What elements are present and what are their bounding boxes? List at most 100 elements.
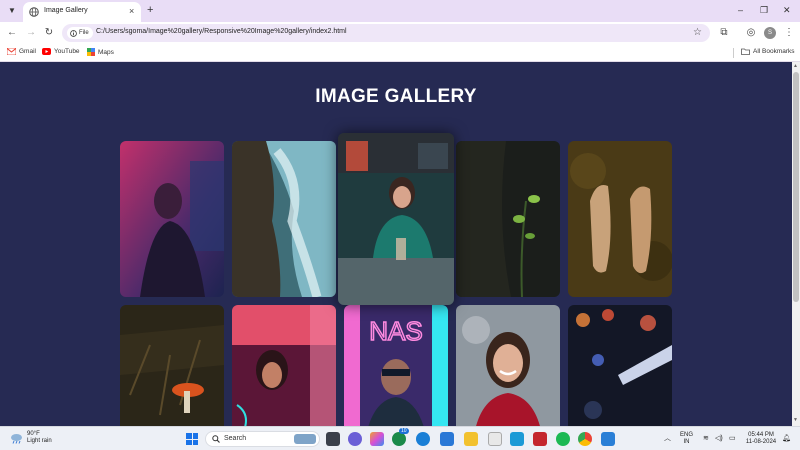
all-bookmarks-button[interactable]: All Bookmarks (741, 48, 795, 55)
clock[interactable]: 05:44 PM 11-08-2024 (744, 432, 778, 446)
shoes-photo (568, 141, 672, 297)
menu-kebab-icon[interactable]: ⋮ (783, 27, 795, 39)
page-viewport: IMAGE GALLERY NAS (0, 62, 792, 426)
notification-bell-icon[interactable]: 🔔︎ (782, 435, 791, 442)
gallery-image-4[interactable] (456, 141, 560, 297)
bookmark-maps[interactable]: Maps (87, 48, 114, 56)
bookmarks-bar: Gmail YouTube Maps All Bookmarks (0, 44, 800, 62)
copilot-icon[interactable] (370, 432, 384, 446)
bookmark-gmail[interactable]: Gmail (7, 48, 36, 55)
extensions-puzzle-icon[interactable]: ⧉ (718, 27, 730, 39)
svg-text:NAS: NAS (369, 316, 422, 346)
youtube-icon (42, 48, 51, 55)
minimize-button[interactable]: – (738, 4, 743, 16)
taskbar-search-box[interactable]: Search (205, 431, 320, 447)
chrome-icon[interactable] (578, 432, 592, 446)
gallery-image-9[interactable] (456, 305, 560, 426)
mushroom-photo (120, 305, 224, 426)
volume-icon[interactable]: ◁) (715, 435, 723, 442)
site-info-chip[interactable]: File (67, 27, 93, 39)
cliff-ocean-photo (232, 141, 336, 297)
woman-cafe-photo (338, 133, 454, 305)
clock-date: 11-08-2024 (745, 439, 777, 445)
bookmark-youtube[interactable]: YouTube (42, 48, 80, 55)
folder-icon (741, 48, 750, 55)
store-icon[interactable] (440, 432, 454, 446)
man-neon-sign-photo: NAS (344, 305, 448, 426)
task-view-icon[interactable] (326, 432, 340, 446)
vscode-icon[interactable] (601, 432, 615, 446)
maximize-button[interactable]: ❐ (760, 4, 768, 16)
bookmark-label: YouTube (54, 48, 80, 55)
scroll-up-icon[interactable]: ▲ (793, 63, 798, 69)
woman-neon-photo (232, 305, 336, 426)
all-bookmarks-label: All Bookmarks (753, 48, 795, 55)
temperature-text: 90°F (27, 431, 40, 437)
browser-tab-active[interactable]: Image Gallery × (23, 2, 141, 22)
tab-strip: ▼ Image Gallery × + – ❐ ✕ (0, 0, 800, 22)
bookmark-star-icon[interactable]: ☆ (693, 27, 702, 39)
show-hidden-icons-chevron[interactable]: ︿ (664, 435, 671, 442)
sync-icon[interactable]: ◎ (745, 27, 757, 39)
close-tab-icon[interactable]: × (129, 6, 134, 16)
clock-time: 05:44 PM (748, 432, 774, 438)
edge-browser-icon[interactable] (416, 432, 430, 446)
language-indicator[interactable]: ENG IN (680, 432, 693, 446)
new-tab-button[interactable]: + (147, 3, 153, 17)
bookmark-label: Gmail (19, 48, 36, 55)
file-explorer-icon[interactable] (464, 432, 478, 446)
scroll-down-icon[interactable]: ▼ (793, 417, 798, 423)
start-windows-icon[interactable] (186, 433, 198, 445)
tab-search-button[interactable]: ▼ (5, 4, 19, 18)
browser-toolbar: ← → ↻ File C:/Users/sgoma/Image%20galler… (0, 22, 800, 44)
notification-badge: 10 (399, 428, 409, 434)
language-code: ENG (680, 432, 694, 438)
search-highlight-image (294, 434, 316, 444)
gallery-image-10[interactable] (568, 305, 672, 426)
app-icon-blue[interactable] (510, 432, 524, 446)
gallery-image-2[interactable] (232, 141, 336, 297)
plant-sprout-photo (456, 141, 560, 297)
gallery-image-7[interactable] (232, 305, 336, 426)
bookmark-label: Maps (98, 48, 114, 56)
battery-icon[interactable]: ▭ (729, 435, 736, 442)
whatsapp-icon[interactable]: 10 (392, 428, 409, 446)
search-icon (212, 435, 220, 443)
page-title: IMAGE GALLERY (315, 86, 477, 107)
copilot-chat-icon[interactable] (348, 432, 362, 446)
region-code: IN (683, 439, 690, 445)
maps-icon (87, 48, 95, 56)
woman-neon-room-photo (120, 141, 224, 297)
weather-widget[interactable]: 90°F Light rain (10, 431, 52, 445)
notepad-icon[interactable] (488, 432, 502, 446)
chip-label: File (79, 30, 89, 36)
smiling-woman-photo (456, 305, 560, 426)
profile-avatar[interactable]: S (764, 27, 776, 39)
globe-icon (29, 7, 39, 17)
url-text[interactable]: C:/Users/sgoma/Image%20gallery/Responsiv… (96, 28, 347, 35)
close-window-button[interactable]: ✕ (783, 4, 791, 16)
wifi-icon[interactable]: ≋ (703, 435, 709, 442)
tab-title: Image Gallery (44, 7, 88, 14)
gallery-image-6[interactable] (120, 305, 224, 426)
back-arrow-icon[interactable]: ← (6, 27, 18, 39)
rain-cloud-icon (11, 433, 22, 444)
spotify-icon[interactable] (556, 432, 570, 446)
page-scrollbar[interactable]: ▲ ▼ (792, 62, 800, 426)
weather-text: Light rain (27, 438, 52, 444)
windows-taskbar: 90°F Light rain Search 10 ︿ ENG IN ≋ ◁) … (0, 426, 800, 450)
gallery-image-1[interactable] (120, 141, 224, 297)
mcafee-icon[interactable] (533, 432, 547, 446)
gallery-image-5[interactable] (568, 141, 672, 297)
address-bar[interactable]: File C:/Users/sgoma/Image%20gallery/Resp… (62, 24, 710, 42)
forward-arrow-icon[interactable]: → (25, 27, 37, 39)
gmail-icon (7, 48, 16, 55)
reload-icon[interactable]: ↻ (43, 27, 55, 39)
scroll-thumb[interactable] (793, 72, 799, 302)
gallery-image-3-hovered[interactable] (338, 133, 454, 305)
info-icon (70, 29, 77, 37)
gallery-image-8[interactable]: NAS (344, 305, 448, 426)
bokeh-lights-photo (568, 305, 672, 426)
bookmarks-divider (733, 48, 734, 58)
search-placeholder: Search (224, 435, 247, 442)
